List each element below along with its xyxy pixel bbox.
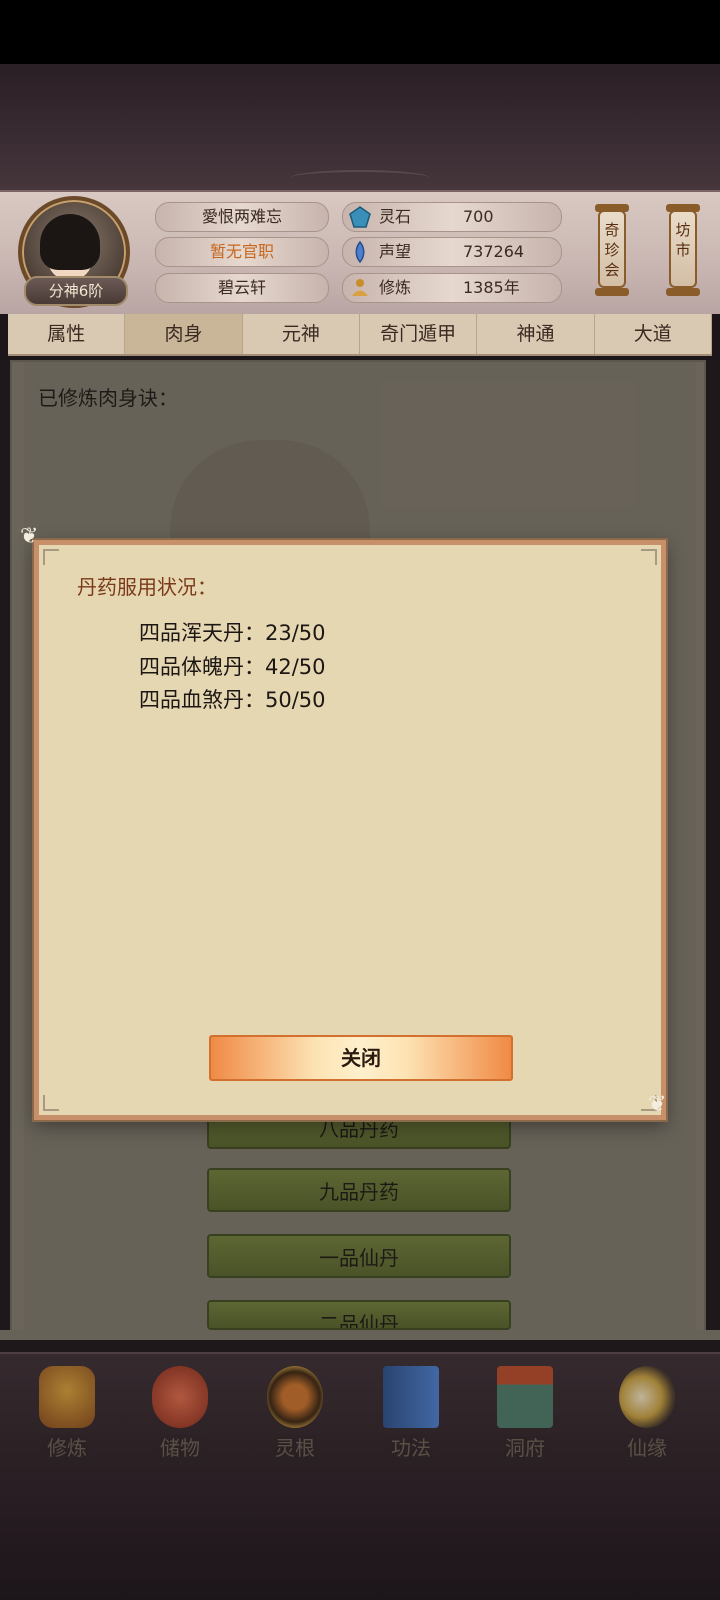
ornament-divider bbox=[290, 170, 430, 186]
pill-count: 23/50 bbox=[265, 621, 326, 645]
tab-qimen[interactable]: 奇门遁甲 bbox=[360, 314, 478, 354]
status-bar bbox=[0, 0, 720, 64]
stat-value: 737264 bbox=[463, 242, 525, 261]
butterfly-icon: ❦ bbox=[20, 524, 39, 549]
stat-cultivation: 修炼 1385年 bbox=[342, 273, 562, 303]
pill-name: 四品浑天丹： bbox=[139, 621, 265, 645]
stat-spirit-stone: 灵石 700 bbox=[342, 202, 562, 232]
lantern-cap bbox=[595, 288, 629, 296]
pill-name: 四品体魄丹： bbox=[139, 655, 265, 679]
butterfly-icon: ❦ bbox=[648, 1092, 667, 1117]
player-name: 愛恨两难忘 bbox=[155, 202, 329, 232]
reputation-icon bbox=[355, 241, 365, 263]
pill-status-dialog: 丹药服用状况： 四品浑天丹：23/50 四品体魄丹：42/50 四品血煞丹：50… bbox=[34, 540, 666, 1120]
tab-dao[interactable]: 大道 bbox=[595, 314, 712, 354]
close-button[interactable]: 关闭 bbox=[209, 1035, 513, 1081]
tab-soul[interactable]: 元神 bbox=[243, 314, 360, 354]
pill-row: 四品体魄丹：42/50 bbox=[139, 651, 326, 681]
rank-badge: 分神6阶 bbox=[24, 276, 128, 306]
pill-row: 四品血煞丹：50/50 bbox=[139, 684, 326, 714]
corner-ornament bbox=[641, 549, 657, 565]
market-button[interactable]: 坊市 bbox=[669, 210, 697, 288]
lower-background bbox=[0, 1474, 720, 1600]
treasure-auction-button[interactable]: 奇珍会 bbox=[598, 210, 626, 288]
pill-count: 50/50 bbox=[265, 688, 326, 712]
pill-count: 42/50 bbox=[265, 655, 326, 679]
tab-body[interactable]: 肉身 bbox=[125, 314, 243, 354]
stat-label: 灵石 bbox=[379, 207, 412, 226]
official-title[interactable]: 暂无官职 bbox=[155, 237, 329, 267]
pill-row: 四品浑天丹：23/50 bbox=[139, 617, 326, 647]
spirit-stone-icon bbox=[349, 206, 371, 228]
tab-attributes[interactable]: 属性 bbox=[8, 314, 126, 354]
stat-label: 修炼 bbox=[379, 278, 412, 297]
stat-reputation: 声望 737264 bbox=[342, 237, 562, 267]
stat-value: 700 bbox=[463, 207, 494, 226]
corner-ornament bbox=[43, 549, 59, 565]
dialog-title: 丹药服用状况： bbox=[77, 575, 217, 599]
avatar-hair bbox=[40, 214, 100, 270]
player-header: 分神6阶 愛恨两难忘 暂无官职 碧云轩 灵石 700 声望 737264 修炼 … bbox=[0, 190, 720, 314]
meditation-icon bbox=[352, 279, 368, 296]
tab-bar: 属性 肉身 元神 奇门遁甲 神通 大道 bbox=[8, 314, 712, 356]
pill-name: 四品血煞丹： bbox=[139, 688, 265, 712]
stat-label: 声望 bbox=[379, 242, 412, 261]
tab-supernatural[interactable]: 神通 bbox=[477, 314, 595, 354]
location-name[interactable]: 碧云轩 bbox=[155, 273, 329, 303]
lantern-cap bbox=[666, 288, 700, 296]
corner-ornament bbox=[43, 1095, 59, 1111]
stat-value: 1385年 bbox=[463, 278, 520, 297]
